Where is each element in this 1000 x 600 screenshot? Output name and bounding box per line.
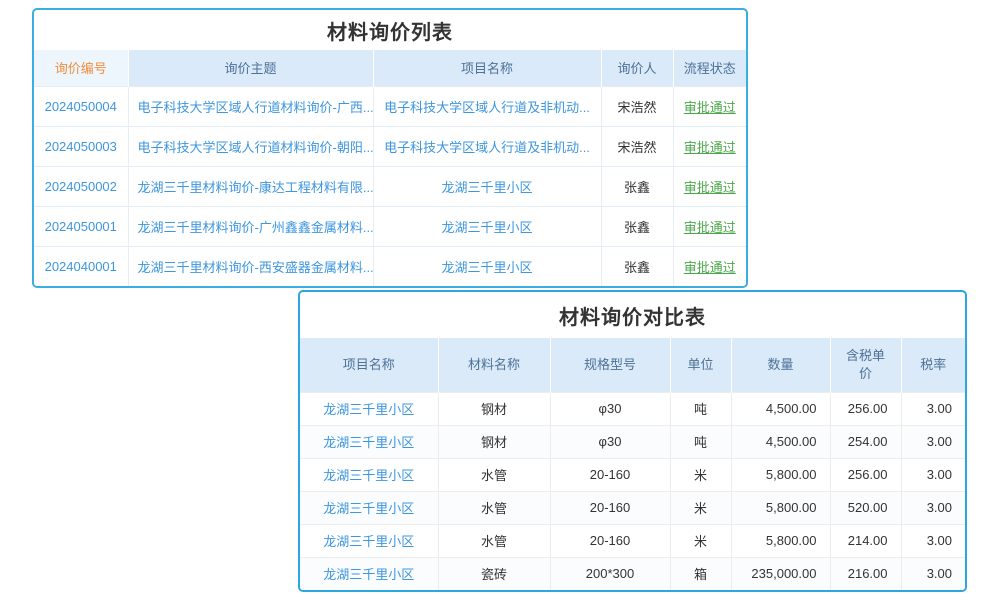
project-name-link[interactable]: 龙湖三千里小区 bbox=[323, 501, 414, 516]
table-row: 2024040001 龙湖三千里材料询价-西安盛器金属材料... 龙湖三千里小区… bbox=[34, 246, 746, 286]
project-name-link[interactable]: 龙湖三千里小区 bbox=[323, 402, 414, 417]
status-link[interactable]: 审批通过 bbox=[684, 220, 736, 235]
inquirer-name: 张鑫 bbox=[624, 260, 650, 275]
table-row: 龙湖三千里小区 钢材 φ30 吨 4,500.00 256.00 3.00 bbox=[300, 392, 965, 425]
panel-comparison-table: 材料询价对比表 项目名称 材料名称 规格型号 单位 数量 含税单价 税率 龙湖三… bbox=[298, 290, 967, 592]
material-name: 水管 bbox=[438, 491, 550, 524]
spec-model: φ30 bbox=[550, 425, 670, 458]
tax-incl-unit-price: 520.00 bbox=[830, 491, 901, 524]
col-header-quantity: 数量 bbox=[731, 338, 830, 392]
tax-incl-unit-price: 254.00 bbox=[830, 425, 901, 458]
tax-rate: 3.00 bbox=[901, 524, 965, 557]
inquiry-subject-link[interactable]: 龙湖三千里材料询价-康达工程材料有限... bbox=[138, 180, 374, 195]
inquiry-no-link[interactable]: 2024050004 bbox=[45, 99, 117, 114]
tax-rate: 3.00 bbox=[901, 458, 965, 491]
col-header-inquirer[interactable]: 询价人 bbox=[601, 50, 673, 86]
table-row: 2024050001 龙湖三千里材料询价-广州鑫鑫金属材料... 龙湖三千里小区… bbox=[34, 206, 746, 246]
spec-model: 20-160 bbox=[550, 524, 670, 557]
col-header-inquiry-subject[interactable]: 询价主题 bbox=[128, 50, 373, 86]
unit: 米 bbox=[670, 491, 731, 524]
project-name-link[interactable]: 电子科技大学区域人行道及非机动... bbox=[384, 140, 590, 155]
tax-incl-unit-price: 256.00 bbox=[830, 458, 901, 491]
tax-rate: 3.00 bbox=[901, 557, 965, 590]
col-header-tax-incl-price: 含税单价 bbox=[830, 338, 901, 392]
inquiry-list-table: 询价编号 询价主题 项目名称 询价人 流程状态 2024050004 电子科技大… bbox=[34, 50, 746, 286]
material-name: 水管 bbox=[438, 458, 550, 491]
project-name-link[interactable]: 龙湖三千里小区 bbox=[441, 260, 532, 275]
comparison-table: 项目名称 材料名称 规格型号 单位 数量 含税单价 税率 龙湖三千里小区 钢材 … bbox=[300, 338, 965, 590]
tax-incl-unit-price: 216.00 bbox=[830, 557, 901, 590]
col-header-spec-model: 规格型号 bbox=[550, 338, 670, 392]
unit: 箱 bbox=[670, 557, 731, 590]
inquirer-name: 宋浩然 bbox=[617, 140, 656, 155]
col-header-project-name[interactable]: 项目名称 bbox=[373, 50, 601, 86]
inquiry-subject-link[interactable]: 龙湖三千里材料询价-广州鑫鑫金属材料... bbox=[138, 220, 374, 235]
status-link[interactable]: 审批通过 bbox=[684, 100, 736, 115]
tax-rate: 3.00 bbox=[901, 491, 965, 524]
table-row: 2024050002 龙湖三千里材料询价-康达工程材料有限... 龙湖三千里小区… bbox=[34, 166, 746, 206]
quantity: 5,800.00 bbox=[731, 524, 830, 557]
table-row: 2024050004 电子科技大学区域人行道材料询价-广西... 电子科技大学区… bbox=[34, 86, 746, 126]
table-header-row: 项目名称 材料名称 规格型号 单位 数量 含税单价 税率 bbox=[300, 338, 965, 392]
quantity: 4,500.00 bbox=[731, 425, 830, 458]
col-header-inquiry-no[interactable]: 询价编号 bbox=[34, 50, 128, 86]
quantity: 235,000.00 bbox=[731, 557, 830, 590]
spec-model: 200*300 bbox=[550, 557, 670, 590]
material-name: 水管 bbox=[438, 524, 550, 557]
material-name: 钢材 bbox=[438, 392, 550, 425]
table-row: 2024050003 电子科技大学区域人行道材料询价-朝阳... 电子科技大学区… bbox=[34, 126, 746, 166]
inquiry-subject-link[interactable]: 电子科技大学区域人行道材料询价-广西... bbox=[138, 100, 374, 115]
tax-incl-unit-price: 256.00 bbox=[830, 392, 901, 425]
inquiry-no-link[interactable]: 2024050001 bbox=[45, 219, 117, 234]
panel-inquiry-list: 材料询价列表 询价编号 询价主题 项目名称 询价人 流程状态 202405000… bbox=[32, 8, 748, 288]
inquiry-list-title: 材料询价列表 bbox=[34, 10, 746, 50]
inquiry-subject-link[interactable]: 龙湖三千里材料询价-西安盛器金属材料... bbox=[138, 260, 374, 275]
inquirer-name: 张鑫 bbox=[624, 220, 650, 235]
material-name: 瓷砖 bbox=[438, 557, 550, 590]
unit: 米 bbox=[670, 458, 731, 491]
table-row: 龙湖三千里小区 水管 20-160 米 5,800.00 520.00 3.00 bbox=[300, 491, 965, 524]
inquiry-no-link[interactable]: 2024040001 bbox=[45, 259, 117, 274]
quantity: 5,800.00 bbox=[731, 491, 830, 524]
col-header-unit: 单位 bbox=[670, 338, 731, 392]
inquirer-name: 宋浩然 bbox=[617, 100, 656, 115]
table-row: 龙湖三千里小区 钢材 φ30 吨 4,500.00 254.00 3.00 bbox=[300, 425, 965, 458]
status-link[interactable]: 审批通过 bbox=[684, 140, 736, 155]
inquirer-name: 张鑫 bbox=[624, 180, 650, 195]
project-name-link[interactable]: 电子科技大学区域人行道及非机动... bbox=[384, 100, 590, 115]
inquiry-subject-link[interactable]: 电子科技大学区域人行道材料询价-朝阳... bbox=[138, 140, 374, 155]
tax-incl-unit-price: 214.00 bbox=[830, 524, 901, 557]
inquiry-no-link[interactable]: 2024050003 bbox=[45, 139, 117, 154]
table-header-row: 询价编号 询价主题 项目名称 询价人 流程状态 bbox=[34, 50, 746, 86]
tax-rate: 3.00 bbox=[901, 392, 965, 425]
material-name: 钢材 bbox=[438, 425, 550, 458]
table-row: 龙湖三千里小区 水管 20-160 米 5,800.00 256.00 3.00 bbox=[300, 458, 965, 491]
tax-rate: 3.00 bbox=[901, 425, 965, 458]
quantity: 4,500.00 bbox=[731, 392, 830, 425]
project-name-link[interactable]: 龙湖三千里小区 bbox=[323, 435, 414, 450]
unit: 吨 bbox=[670, 425, 731, 458]
unit: 米 bbox=[670, 524, 731, 557]
project-name-link[interactable]: 龙湖三千里小区 bbox=[323, 468, 414, 483]
project-name-link[interactable]: 龙湖三千里小区 bbox=[441, 180, 532, 195]
project-name-link[interactable]: 龙湖三千里小区 bbox=[323, 567, 414, 582]
project-name-link[interactable]: 龙湖三千里小区 bbox=[441, 220, 532, 235]
inquiry-no-link[interactable]: 2024050002 bbox=[45, 179, 117, 194]
quantity: 5,800.00 bbox=[731, 458, 830, 491]
col-header-project-name: 项目名称 bbox=[300, 338, 438, 392]
comparison-table-title: 材料询价对比表 bbox=[300, 292, 965, 338]
col-header-material-name: 材料名称 bbox=[438, 338, 550, 392]
spec-model: φ30 bbox=[550, 392, 670, 425]
spec-model: 20-160 bbox=[550, 491, 670, 524]
col-header-tax-rate: 税率 bbox=[901, 338, 965, 392]
project-name-link[interactable]: 龙湖三千里小区 bbox=[323, 534, 414, 549]
status-link[interactable]: 审批通过 bbox=[684, 180, 736, 195]
unit: 吨 bbox=[670, 392, 731, 425]
table-row: 龙湖三千里小区 瓷砖 200*300 箱 235,000.00 216.00 3… bbox=[300, 557, 965, 590]
status-link[interactable]: 审批通过 bbox=[684, 260, 736, 275]
table-row: 龙湖三千里小区 水管 20-160 米 5,800.00 214.00 3.00 bbox=[300, 524, 965, 557]
col-header-status[interactable]: 流程状态 bbox=[673, 50, 746, 86]
spec-model: 20-160 bbox=[550, 458, 670, 491]
